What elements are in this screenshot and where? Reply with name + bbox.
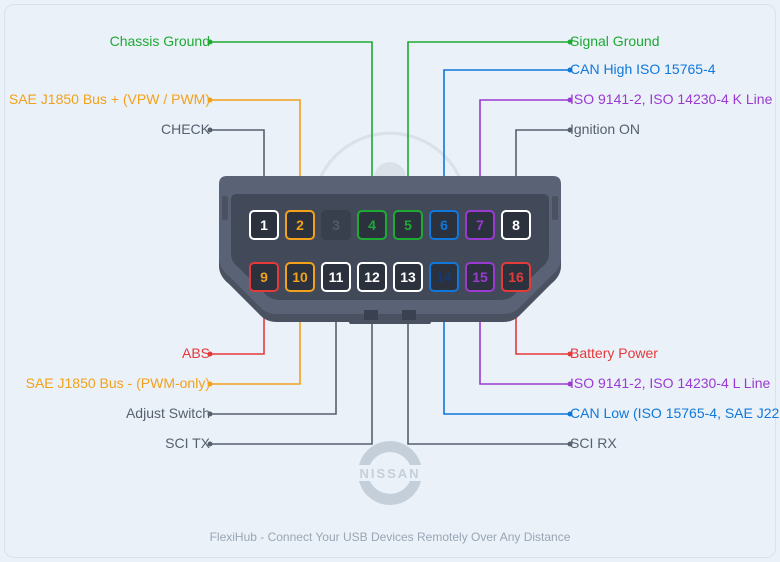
label-pin-15: ISO 9141-2, ISO 14230-4 L Line: [570, 375, 770, 391]
label-pin-10: SAE J1850 Bus - (PWM-only): [26, 375, 210, 391]
svg-text:NISSAN: NISSAN: [359, 466, 420, 481]
connector-body: [219, 176, 561, 326]
pin-4: 4: [357, 210, 387, 240]
pin-1: 1: [249, 210, 279, 240]
pin-12: 12: [357, 262, 387, 292]
pin-11: 11: [321, 262, 351, 292]
pin-5: 5: [393, 210, 423, 240]
label-pin-11: Adjust Switch: [126, 405, 210, 421]
label-pin-1: CHECK: [161, 121, 210, 137]
label-pin-7: ISO 9141-2, ISO 14230-4 K Line: [570, 91, 772, 107]
label-pin-8: Ignition ON: [570, 121, 640, 137]
label-pin-4: Chassis Ground: [110, 33, 210, 49]
pin-2: 2: [285, 210, 315, 240]
pin-10: 10: [285, 262, 315, 292]
pin-8: 8: [501, 210, 531, 240]
pin-16: 16: [501, 262, 531, 292]
pin-3: 3: [321, 210, 351, 240]
pin-6: 6: [429, 210, 459, 240]
pin-15: 15: [465, 262, 495, 292]
label-pin-9: ABS: [182, 345, 210, 361]
pin-row-top: 12345678: [249, 210, 531, 240]
label-pin-5: Signal Ground: [570, 33, 660, 49]
label-pin-12: SCI TX: [165, 435, 210, 451]
pin-row-bottom: 910111213141516: [249, 262, 531, 292]
nissan-logo: NISSAN: [340, 437, 440, 514]
obd2-connector: 12345678 910111213141516: [219, 176, 561, 326]
label-pin-13: SCI RX: [570, 435, 617, 451]
label-pin-16: Battery Power: [570, 345, 658, 361]
label-pin-14: CAN Low (ISO 15765-4, SAE J2284): [570, 405, 780, 421]
pin-14: 14: [429, 262, 459, 292]
pin-13: 13: [393, 262, 423, 292]
footer-text: FlexiHub - Connect Your USB Devices Remo…: [0, 530, 780, 544]
label-pin-2: SAE J1850 Bus + (VPW / PWM): [9, 91, 210, 107]
pin-9: 9: [249, 262, 279, 292]
label-pin-6: CAN High ISO 15765-4: [570, 61, 716, 77]
pin-7: 7: [465, 210, 495, 240]
